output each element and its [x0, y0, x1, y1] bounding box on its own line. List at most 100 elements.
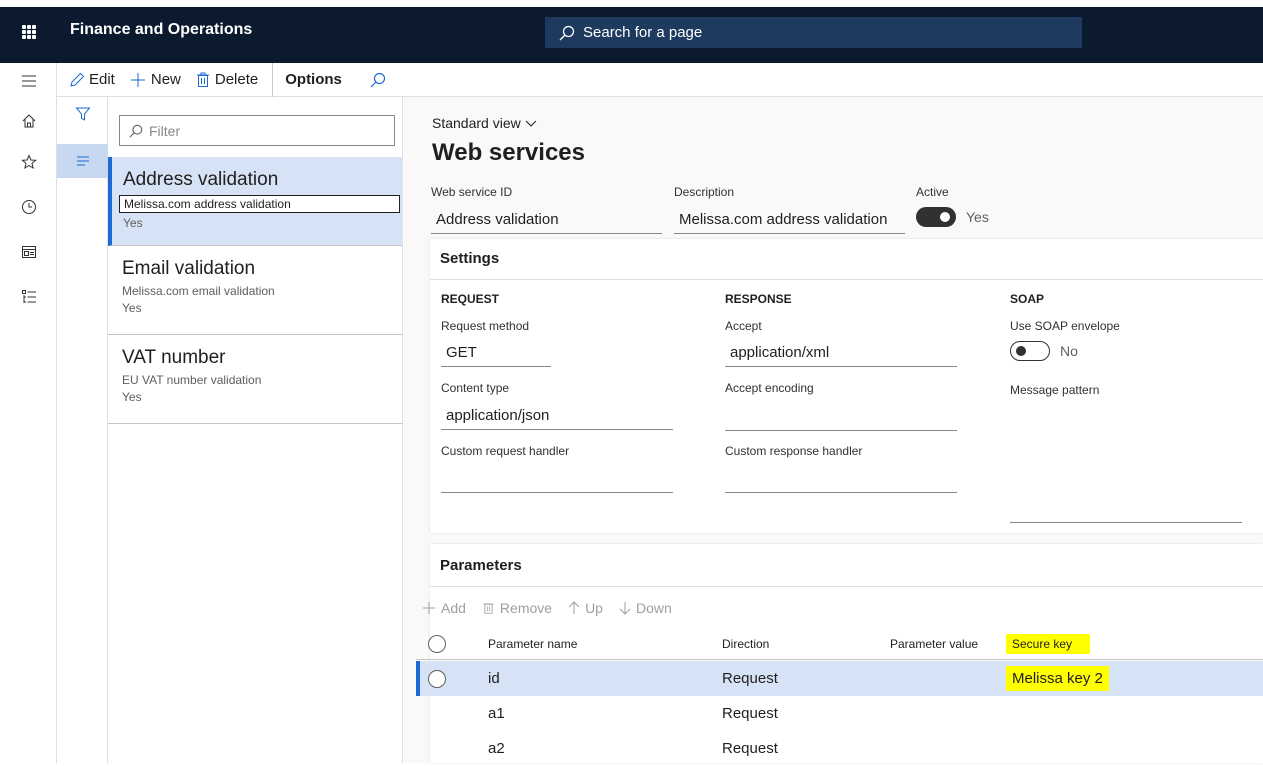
column-header-parameter-name[interactable]: Parameter name — [488, 628, 577, 659]
arrow-down-icon — [619, 602, 631, 615]
edit-label: Edit — [89, 71, 115, 88]
search-placeholder: Search for a page — [583, 24, 703, 41]
accept-encoding-label: Accept encoding — [725, 381, 814, 395]
delete-label: Delete — [214, 71, 259, 88]
active-toggle[interactable]: Yes — [916, 207, 989, 227]
parameters-title[interactable]: Parameters — [440, 557, 522, 574]
trash-icon — [483, 603, 494, 614]
new-button[interactable]: New — [129, 63, 181, 97]
list-lines-icon — [76, 156, 89, 166]
list-item[interactable]: VAT number EU VAT number validation Yes — [108, 335, 403, 424]
column-header-secure-key[interactable]: Secure key — [1006, 628, 1091, 659]
settings-section: Settings REQUEST Request method GET Cont… — [430, 239, 1263, 533]
page-title: Web services — [432, 139, 585, 166]
action-pane: Edit New Delete Options — [57, 62, 1263, 97]
soap-group-title: SOAP — [1010, 292, 1045, 306]
view-selector[interactable]: Standard view — [432, 115, 537, 131]
response-group-title: RESPONSE — [725, 292, 792, 306]
edit-button[interactable]: Edit — [69, 63, 115, 97]
column-header-parameter-value[interactable]: Parameter value — [890, 628, 978, 659]
workspace-icon[interactable] — [21, 244, 37, 260]
web-service-id-label: Web service ID — [431, 185, 513, 199]
custom-request-handler-field[interactable] — [441, 469, 673, 493]
chevron-down-icon — [525, 120, 536, 127]
search-icon — [129, 124, 143, 137]
view-selector-label: Standard view — [432, 115, 521, 131]
star-icon[interactable] — [21, 154, 37, 170]
direction-cell[interactable]: Request — [722, 731, 778, 766]
accept-encoding-field[interactable] — [725, 407, 957, 431]
active-value: Yes — [966, 209, 989, 225]
down-button[interactable]: Down — [619, 600, 672, 616]
row-select-radio[interactable] — [428, 661, 446, 696]
nav-rail — [0, 63, 57, 763]
filter-placeholder: Filter — [149, 122, 181, 139]
filter-toggle-button[interactable] — [57, 97, 108, 131]
soap-envelope-label: Use SOAP envelope — [1010, 319, 1120, 333]
page-search-box[interactable]: Search for a page — [545, 17, 1082, 48]
description-field[interactable]: Melissa.com address validation — [674, 211, 905, 234]
direction-cell[interactable]: Request — [722, 661, 778, 696]
list-item-title: Email validation — [122, 258, 256, 279]
list-view-button[interactable] — [57, 144, 108, 178]
list-item[interactable]: Address validation Melissa.com address v… — [108, 157, 403, 246]
list-filter-input[interactable]: Filter — [119, 115, 395, 146]
new-label: New — [150, 71, 181, 88]
parameter-name-cell[interactable]: a1 — [488, 696, 505, 731]
list-item-status: Yes — [122, 301, 142, 315]
content-type-label: Content type — [441, 381, 510, 395]
request-group-title: REQUEST — [441, 292, 500, 306]
web-service-id-field[interactable]: Address validation — [431, 211, 662, 234]
details-pane: Standard view Web services Web service I… — [404, 97, 1263, 763]
list-pane-tools — [57, 97, 108, 763]
list-item-description: EU VAT number validation — [122, 373, 262, 387]
custom-request-handler-label: Custom request handler — [441, 444, 570, 458]
secure-key-cell[interactable]: Melissa key 2 — [1006, 661, 1109, 696]
toggle-track — [916, 207, 956, 227]
trash-icon — [196, 72, 209, 87]
list-item-title: Address validation — [123, 169, 279, 190]
custom-response-handler-field[interactable] — [725, 469, 957, 493]
modules-list-icon[interactable] — [21, 289, 37, 305]
soap-envelope-toggle[interactable]: No — [1010, 341, 1078, 361]
clock-icon[interactable] — [21, 199, 37, 215]
direction-cell[interactable]: Request — [722, 696, 778, 731]
remove-button[interactable]: Remove — [482, 600, 552, 616]
add-label: Add — [441, 600, 466, 616]
parameter-name-cell[interactable]: a2 — [488, 731, 505, 766]
delete-button[interactable]: Delete — [195, 63, 258, 97]
table-row[interactable]: a2 Request — [416, 731, 1263, 766]
list-item-description: Melissa.com address validation — [119, 195, 400, 213]
search-icon[interactable] — [370, 72, 386, 88]
home-icon[interactable] — [21, 113, 37, 129]
list-item[interactable]: Email validation Melissa.com email valid… — [108, 246, 403, 335]
select-all-radio[interactable] — [428, 628, 446, 659]
funnel-icon — [74, 107, 91, 121]
secure-key-header-label: Secure key — [1006, 633, 1091, 654]
options-label: Options — [285, 71, 342, 88]
parameter-name-cell[interactable]: id — [488, 661, 500, 696]
top-bar: Finance and Operations Search for a page — [0, 0, 1263, 63]
table-row[interactable]: id Request Melissa key 2 — [416, 661, 1263, 696]
request-method-field[interactable]: GET — [441, 344, 551, 367]
content-type-field[interactable]: application/json — [441, 407, 673, 430]
table-row[interactable]: a1 Request — [416, 696, 1263, 731]
plus-icon — [130, 72, 145, 87]
accept-field[interactable]: application/xml — [725, 344, 957, 367]
column-header-direction[interactable]: Direction — [722, 628, 769, 659]
app-launcher-button[interactable] — [0, 7, 57, 56]
secure-key-value: Melissa key 2 — [1006, 666, 1109, 691]
active-label: Active — [916, 185, 949, 199]
settings-title[interactable]: Settings — [440, 250, 499, 267]
list-item-status: Yes — [122, 390, 142, 404]
add-button[interactable]: Add — [422, 600, 466, 616]
up-button[interactable]: Up — [568, 600, 603, 616]
app-title[interactable]: Finance and Operations — [70, 21, 252, 39]
list-item-status: Yes — [123, 216, 143, 230]
hamburger-icon[interactable] — [21, 73, 37, 89]
options-tab[interactable]: Options — [272, 62, 342, 97]
message-pattern-field[interactable] — [1010, 499, 1242, 523]
waffle-icon — [21, 24, 36, 39]
list-item-title: VAT number — [122, 347, 226, 368]
down-label: Down — [635, 600, 672, 616]
